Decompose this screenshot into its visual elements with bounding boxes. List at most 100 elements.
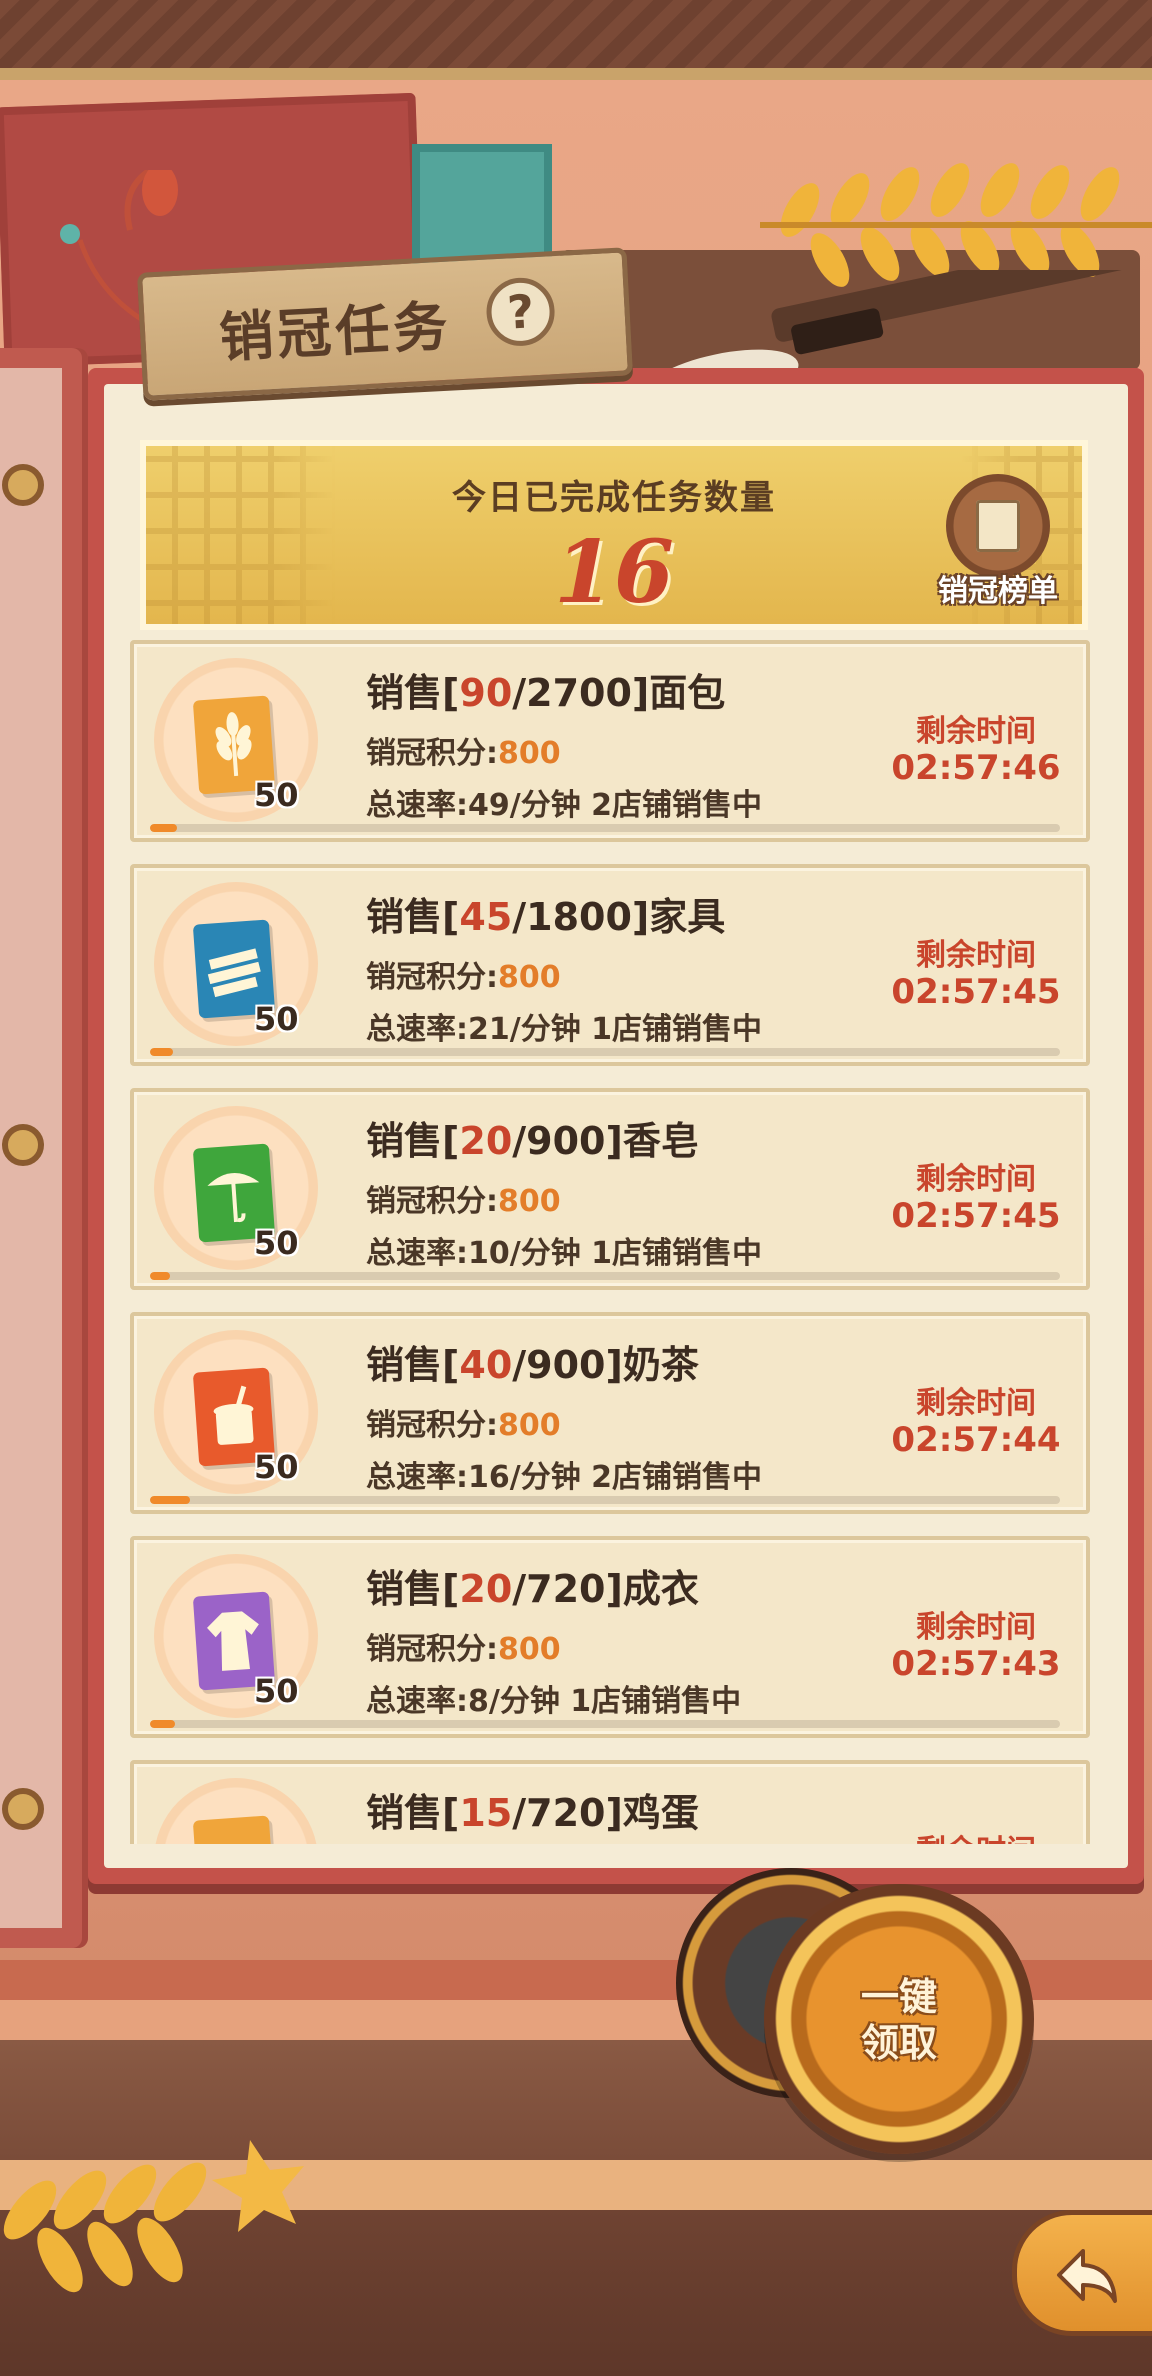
item-icon-circle: 50 [154,1554,318,1718]
task-title: 销售[40/900]奶茶 [366,1334,699,1389]
task-title-rest: /1800]家具 [512,895,726,939]
task-title: 销售[45/1800]家具 [366,886,725,941]
task-title-rest: /720]成衣 [512,1567,699,1611]
remaining-time-value: 02:57:45 [891,1196,1061,1236]
task-title: 销售[20/900]香皂 [366,1110,699,1165]
score-label: 销冠积分: [366,960,498,995]
task-rate: 总速率:10/分钟 1店铺销售中 [366,1236,763,1271]
top-trim [0,68,1152,80]
remaining-time-value: 02:57:45 [891,972,1061,1012]
claim-all-label: 一键 领取 [764,1974,1034,2066]
task-card[interactable]: 50 销售[20/900]香皂 销冠积分:800 总速率:10/分钟 1店铺销售… [130,1088,1090,1290]
item-icon-circle: 50 [154,1330,318,1494]
task-current-count: 90 [459,671,513,715]
task-progress-bar [150,1720,1060,1728]
task-title-rest: /720]鸡蛋 [512,1791,699,1835]
claim-all-button[interactable]: 一键 领取 [764,1884,1034,2154]
task-title-prefix: 销售[ [366,895,460,939]
task-progress-bar [150,824,1060,832]
task-progress-fill [150,1272,171,1280]
remaining-time-label: 剩余时间 [916,1386,1036,1421]
binder-ring-icon [2,464,44,506]
item-quantity: 50 [254,1672,299,1710]
task-title-rest: /900]奶茶 [512,1343,699,1387]
task-card[interactable]: 销售[15/720]鸡蛋 销冠积分:800 剩余时间 [130,1760,1090,1844]
task-score: 销冠积分:800 [366,1176,561,1220]
score-label: 销冠积分: [366,1184,498,1219]
task-progress-fill [150,1048,173,1056]
score-value: 800 [498,736,561,771]
task-current-count: 15 [459,1791,513,1835]
remaining-time-value: 02:57:44 [891,1420,1061,1460]
task-rate: 总速率:49/分钟 2店铺销售中 [366,788,763,823]
task-current-count: 20 [459,1119,513,1163]
remaining-time-value: 02:57:43 [891,1644,1061,1684]
task-rate: 总速率:21/分钟 1店铺销售中 [366,1012,763,1047]
task-title-prefix: 销售[ [366,1119,460,1163]
task-card[interactable]: 50 销售[45/1800]家具 销冠积分:800 总速率:21/分钟 1店铺销… [130,864,1090,1066]
ranking-button[interactable]: 销冠榜单 [924,474,1072,622]
leaves-icon [3,2140,304,2293]
title-plaque: 销冠任务 ? [136,247,634,401]
top-border [0,0,1152,72]
remaining-time-label: 剩余时间 [916,714,1036,749]
task-score: 销冠积分:800 [366,1400,561,1444]
task-list[interactable]: 50 销售[90/2700]面包 销冠积分:800 总速率:49/分钟 2店铺销… [124,640,1096,1844]
task-title: 销售[20/720]成衣 [366,1558,699,1613]
score-value: 800 [498,960,561,995]
item-icon-circle: 50 [154,1106,318,1270]
page-title: 销冠任务 [217,294,453,370]
remaining-time-label: 剩余时间 [916,938,1036,973]
score-label: 销冠积分: [366,1632,498,1667]
remaining-time-value: 02:57:46 [891,748,1061,788]
task-progress-bar [150,1496,1060,1504]
remaining-time-label: 剩余时间 [916,1610,1036,1645]
task-title-prefix: 销售[ [366,671,460,715]
score-value: 800 [498,1632,561,1667]
task-title-rest: /2700]面包 [512,671,726,715]
task-title-prefix: 销售[ [366,1567,460,1611]
egg-icon [192,1815,276,1844]
task-score: 销冠积分:800 [366,728,561,772]
scroll-icon [946,474,1050,578]
remaining-time-label: 剩余时间 [916,1162,1036,1197]
task-current-count: 20 [459,1567,513,1611]
item-quantity: 50 [254,1000,299,1038]
task-progress-fill [150,1496,191,1504]
item-icon-circle [154,1778,318,1844]
task-score: 销冠积分:800 [366,1624,561,1668]
task-title: 销售[15/720]鸡蛋 [366,1782,699,1837]
task-card[interactable]: 50 销售[90/2700]面包 销冠积分:800 总速率:49/分钟 2店铺销… [130,640,1090,842]
binder-ring-icon [2,1124,44,1166]
score-value: 800 [498,1184,561,1219]
task-progress-fill [150,824,178,832]
task-card[interactable]: 50 销售[40/900]奶茶 销冠积分:800 总速率:16/分钟 2店铺销售… [130,1312,1090,1514]
help-button[interactable]: ? [484,276,557,348]
remaining-time-label: 剩余时间 [886,1826,1066,1844]
item-quantity: 50 [254,776,299,814]
ranking-label: 销冠榜单 [938,574,1058,609]
task-rate: 总速率:16/分钟 2店铺销售中 [366,1460,763,1495]
task-current-count: 40 [459,1343,513,1387]
item-quantity: 50 [254,1224,299,1262]
item-quantity: 50 [254,1448,299,1486]
task-card[interactable]: 50 销售[20/720]成衣 销冠积分:800 总速率:8/分钟 1店铺销售中… [130,1536,1090,1738]
back-button[interactable] [1012,2210,1152,2336]
binder-ring-icon [2,1788,44,1830]
task-progress-bar [150,1272,1060,1280]
task-current-count: 45 [459,895,513,939]
task-score: 销冠积分:800 [366,952,561,996]
task-title-rest: /900]香皂 [512,1119,699,1163]
item-icon-circle: 50 [154,882,318,1046]
task-progress-fill [150,1720,176,1728]
task-title-prefix: 销售[ [366,1791,460,1835]
score-label: 销冠积分: [366,1408,498,1443]
task-progress-bar [150,1048,1060,1056]
item-icon-circle: 50 [154,658,318,822]
back-arrow-icon [1057,2249,1117,2303]
score-label: 销冠积分: [366,736,498,771]
score-value: 800 [498,1408,561,1443]
task-rate: 总速率:8/分钟 1店铺销售中 [366,1684,742,1719]
task-title: 销售[90/2700]面包 [366,662,725,717]
claim-label-line2: 领取 [860,2021,937,2065]
